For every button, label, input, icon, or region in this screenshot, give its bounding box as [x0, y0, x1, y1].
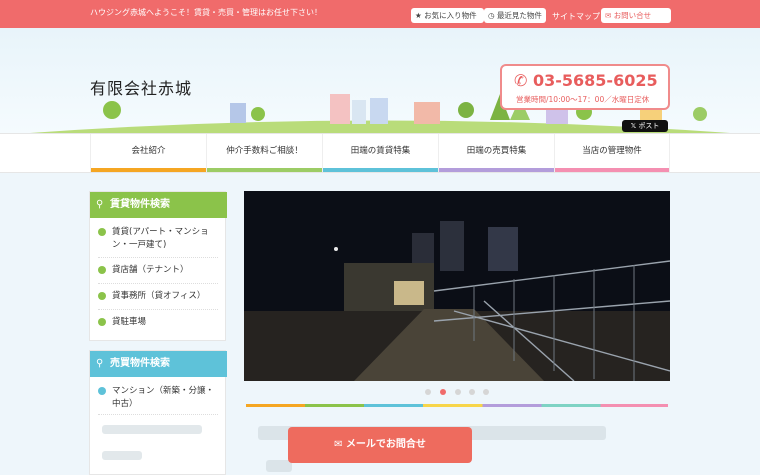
- slider-dot-4[interactable]: [469, 389, 475, 395]
- slider-dot-1[interactable]: [425, 389, 431, 395]
- bullet-icon: [98, 387, 106, 395]
- blurred-text: [266, 460, 292, 472]
- search-icon: ⚲: [96, 199, 104, 210]
- sale-search-box: ⚲ 売買物件検索 マンション（新築・分譲・中古）: [89, 350, 227, 475]
- mail-contact-label: メールでお問合せ: [345, 439, 426, 450]
- slider-dot-3[interactable]: [455, 389, 461, 395]
- nav-item-company[interactable]: 会社紹介: [90, 134, 206, 172]
- slider-dot-2-active[interactable]: [440, 389, 446, 395]
- nav-item-fee[interactable]: 仲介手数料ご相談！: [206, 134, 322, 172]
- phone-icon: ✆: [514, 71, 528, 90]
- phone-box[interactable]: ✆ 03-5685-6025 営業時間/10:00〜17：00／水曜日定休: [500, 64, 670, 110]
- recent-label: 最近見た物件: [496, 11, 542, 20]
- slider-dot-5[interactable]: [483, 389, 489, 395]
- phone-number: ✆ 03-5685-6025: [514, 71, 658, 90]
- sale-item-mansion[interactable]: マンション（新築・分譲・中古）: [98, 385, 218, 415]
- rent-item-parking[interactable]: 貸駐車場: [98, 316, 218, 334]
- contact-button[interactable]: ✉ お問い合せ: [601, 8, 671, 23]
- rent-item-residential[interactable]: 賃貸(アパート・マンション・一戸建て): [98, 226, 218, 258]
- envelope-icon: ✉: [334, 439, 346, 450]
- sitemap-link[interactable]: サイトマップ: [552, 11, 600, 22]
- mail-contact-button[interactable]: ✉ メールでお問合せ: [288, 427, 472, 463]
- hero-slider[interactable]: [244, 191, 670, 381]
- rent-search-title: ⚲ 賃貸物件検索: [90, 192, 227, 218]
- phone-number-text: 03-5685-6025: [532, 71, 658, 90]
- nav-label: 会社紹介: [131, 146, 166, 156]
- nav-label: 仲介手数料ご相談！: [226, 146, 303, 156]
- tweet-label: ポスト: [638, 122, 660, 130]
- contact-label: お問い合せ: [613, 11, 652, 20]
- business-hours: 営業時間/10:00〜17：00／水曜日定休: [516, 95, 650, 104]
- bullet-icon: [98, 318, 106, 326]
- search-icon: ⚲: [96, 358, 104, 369]
- rainbow-divider: [246, 404, 668, 407]
- favorites-button[interactable]: ★ お気に入り物件: [411, 8, 484, 23]
- mail-icon: ✉: [605, 11, 612, 20]
- nav-label: 当店の管理物件: [582, 146, 642, 156]
- station-night-photo: [244, 191, 670, 381]
- welcome-text: ハウジング赤城へようこそ！賃貸・売買・管理はお任せ下さい！: [90, 8, 322, 17]
- nav-label: 田端の売買特集: [466, 146, 527, 156]
- main-nav: 会社紹介 仲介手数料ご相談！ 田端の賃貸特集 田端の売買特集 当店の管理物件: [0, 133, 760, 173]
- bullet-icon: [98, 228, 106, 236]
- company-name: 有限会社赤城: [90, 79, 193, 98]
- nav-item-managed[interactable]: 当店の管理物件: [554, 134, 670, 172]
- favorites-label: お気に入り物件: [424, 11, 477, 20]
- rent-item-store[interactable]: 貸店舗（テナント）: [98, 264, 218, 284]
- rent-search-box: ⚲ 賃貸物件検索 賃貸(アパート・マンション・一戸建て) 貸店舗（テナント） 貸…: [89, 191, 227, 341]
- history-icon: ◷: [488, 11, 495, 20]
- nav-item-rent[interactable]: 田端の賃貸特集: [322, 134, 438, 172]
- recent-button[interactable]: ◷ 最近見た物件: [484, 8, 546, 23]
- rent-item-office[interactable]: 貸事務所（貸オフィス）: [98, 290, 218, 310]
- bullet-icon: [98, 292, 106, 300]
- blurred-item: [102, 425, 202, 434]
- top-bar: ハウジング赤城へようこそ！賃貸・売買・管理はお任せ下さい！ ★ お気に入り物件 …: [0, 0, 760, 28]
- blurred-item: [102, 451, 142, 460]
- header: 有限会社赤城 ✆ 03-5685-6025 営業時間/10:00〜17：00／水…: [0, 28, 760, 133]
- sale-search-title: ⚲ 売買物件検索: [90, 351, 227, 377]
- nav-item-sale[interactable]: 田端の売買特集: [438, 134, 554, 172]
- nav-label: 田端の賃貸特集: [350, 146, 411, 156]
- star-icon: ★: [415, 11, 422, 20]
- bullet-icon: [98, 266, 106, 274]
- tweet-button[interactable]: 𝕏 ポスト: [622, 120, 668, 132]
